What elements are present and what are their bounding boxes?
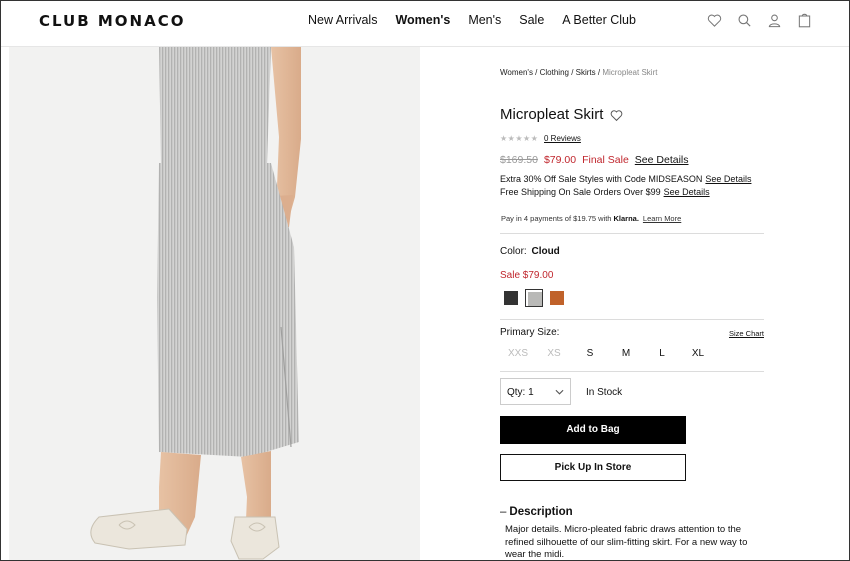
size-l[interactable]: L — [644, 348, 680, 359]
nav-womens[interactable]: Women's — [395, 13, 450, 27]
description-toggle[interactable]: – Description — [500, 506, 573, 518]
description-text: Major details. Micro-pleated fabric draw… — [505, 524, 748, 560]
nav-sale[interactable]: Sale — [519, 13, 544, 27]
breadcrumb-current: Micropleat Skirt — [602, 68, 658, 77]
site-header: CLUB MONACO New Arrivals Women's Men's S… — [1, 1, 849, 47]
promo-details-link[interactable]: See Details — [664, 187, 710, 197]
breadcrumb-clothing[interactable]: Clothing — [540, 68, 569, 77]
klarna-learn-more-link[interactable]: Learn More — [643, 214, 681, 223]
reviews-link[interactable]: 0 Reviews — [544, 134, 581, 143]
color-swatches — [502, 289, 566, 307]
header-icons — [707, 13, 812, 28]
klarna-logo: Klarna. — [613, 214, 639, 223]
quantity-value: Qty: 1 — [507, 387, 534, 398]
price-row: $169.50 $79.00 Final Sale See Details — [500, 154, 689, 166]
swatch-chip — [528, 292, 542, 306]
collapse-icon: – — [500, 506, 507, 518]
klarna-text: Pay in 4 payments of $19.75 with — [501, 214, 612, 223]
user-icon[interactable] — [767, 13, 782, 28]
quantity-select[interactable]: Qty: 1 — [500, 378, 571, 405]
product-title: Micropleat Skirt — [500, 106, 604, 123]
swatch-chip — [504, 291, 518, 305]
wishlist-heart-icon[interactable] — [610, 109, 623, 122]
description-heading: Description — [509, 506, 573, 518]
breadcrumb-separator: / — [568, 68, 576, 77]
divider — [500, 371, 764, 372]
promo-line: Free Shipping On Sale Orders Over $99 See… — [500, 187, 710, 197]
search-icon[interactable] — [737, 13, 752, 28]
original-price: $169.50 — [500, 154, 538, 166]
final-sale-label: Final Sale — [582, 154, 629, 166]
promo-text: Extra 30% Off Sale Styles with Code MIDS… — [500, 174, 703, 184]
heart-icon[interactable] — [707, 13, 722, 28]
page: CLUB MONACO New Arrivals Women's Men's S… — [0, 0, 850, 561]
swatch-chip — [550, 291, 564, 305]
logo[interactable]: CLUB MONACO — [39, 12, 185, 30]
size-xs[interactable]: XS — [536, 348, 572, 359]
size-xl[interactable]: XL — [680, 348, 716, 359]
sale-price: $79.00 — [543, 154, 577, 166]
bag-icon[interactable] — [797, 13, 812, 28]
breadcrumb: Women's / Clothing / Skirts / Micropleat… — [500, 68, 657, 77]
swatch-rust[interactable] — [548, 289, 566, 307]
chevron-down-icon — [555, 389, 564, 395]
nav-mens[interactable]: Men's — [468, 13, 501, 27]
promo-line: Extra 30% Off Sale Styles with Code MIDS… — [500, 174, 751, 184]
nav-new-arrivals[interactable]: New Arrivals — [308, 13, 377, 27]
size-m[interactable]: M — [608, 348, 644, 359]
divider — [500, 319, 764, 320]
promo-details-link[interactable]: See Details — [705, 174, 751, 184]
color-value: Cloud — [531, 246, 560, 257]
rating-stars: ★★★★★ — [500, 134, 539, 143]
add-to-bag-button[interactable]: Add to Bag — [500, 416, 686, 444]
size-s[interactable]: S — [572, 348, 608, 359]
swatch-charcoal[interactable] — [502, 289, 520, 307]
breadcrumb-womens[interactable]: Women's — [500, 68, 533, 77]
stock-status: In Stock — [586, 387, 623, 398]
size-xxs[interactable]: XXS — [500, 348, 536, 359]
swatch-cloud[interactable] — [525, 289, 543, 307]
breadcrumb-separator: / — [532, 68, 540, 77]
nav-a-better-club[interactable]: A Better Club — [562, 13, 636, 27]
product-photo-illustration — [9, 47, 420, 560]
color-label-text: Color: — [500, 246, 527, 257]
size-chart-link[interactable]: Size Chart — [729, 329, 764, 338]
final-sale-details-link[interactable]: See Details — [635, 154, 689, 166]
promo-text: Free Shipping On Sale Orders Over $99 — [500, 187, 661, 197]
breadcrumb-skirts[interactable]: Skirts — [576, 68, 596, 77]
color-sale-price: Sale $79.00 — [500, 270, 554, 281]
klarna-message: Pay in 4 payments of $19.75 with Klarna. L… — [501, 214, 681, 223]
divider — [500, 233, 764, 234]
size-options: XXS XS S M L XL — [500, 348, 716, 359]
size-label: Primary Size: — [500, 327, 560, 338]
color-label: Color: Cloud — [500, 246, 560, 257]
pick-up-in-store-button[interactable]: Pick Up In Store — [500, 454, 686, 481]
main-nav: New Arrivals Women's Men's Sale A Better… — [308, 13, 654, 27]
product-image[interactable] — [9, 47, 420, 560]
